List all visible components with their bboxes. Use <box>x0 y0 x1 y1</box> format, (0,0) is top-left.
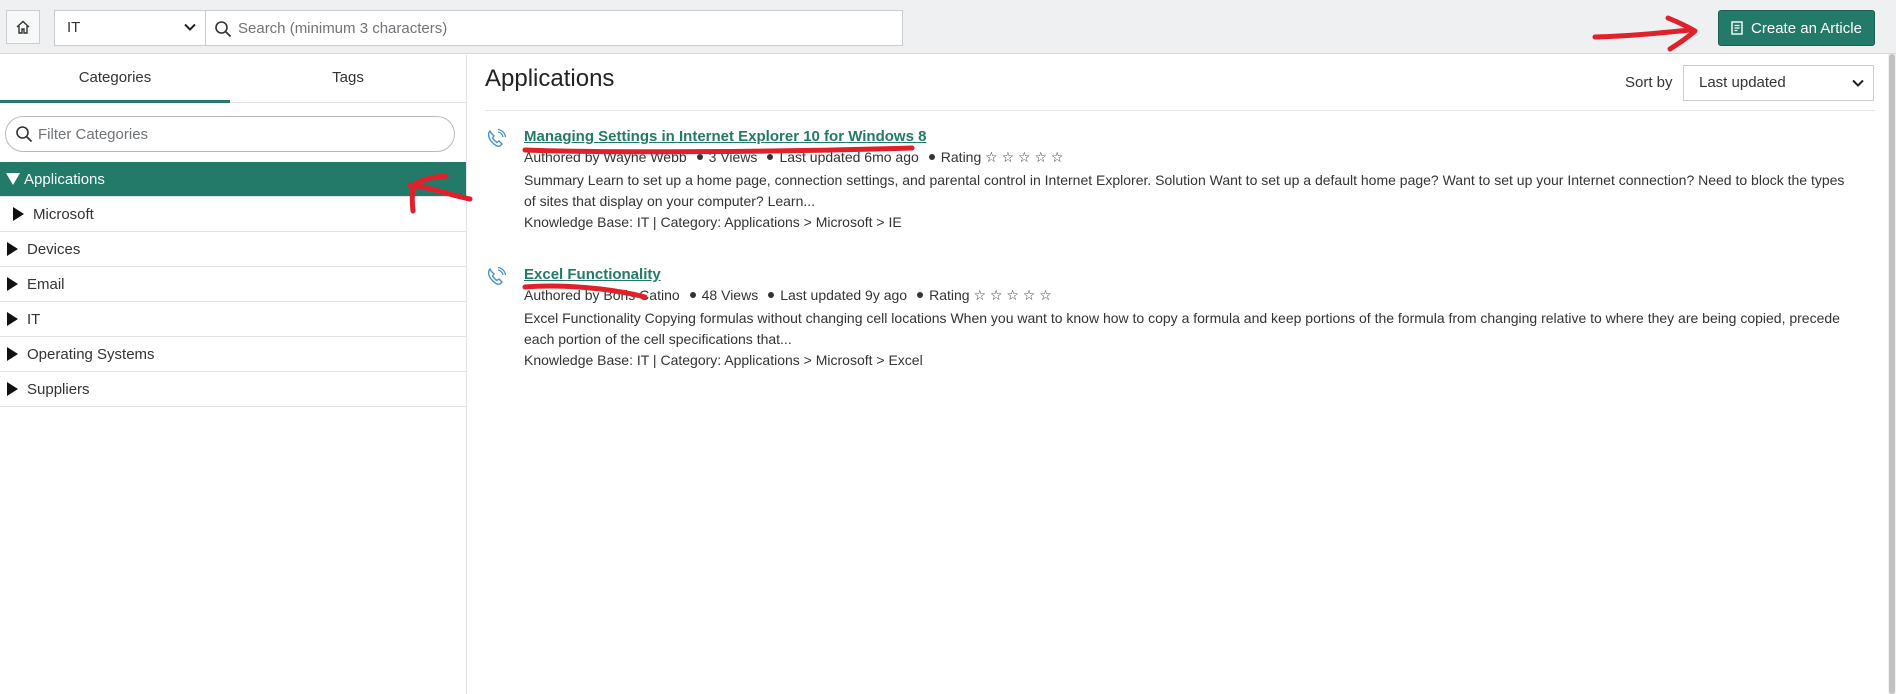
article-updated: Last updated 6mo ago <box>779 149 919 165</box>
filter-categories-box <box>5 116 455 152</box>
collapsed-triangle-icon[interactable] <box>7 242 18 256</box>
main-content: Applications Sort by Last updated Managi… <box>468 55 1888 694</box>
category-item-microsoft[interactable]: Microsoft <box>0 197 466 232</box>
category-label: Devices <box>27 240 81 258</box>
search-box <box>205 10 903 46</box>
article-updated: Last updated 9y ago <box>780 287 908 303</box>
create-article-label: Create an Article <box>1751 19 1862 37</box>
expanded-triangle-icon[interactable] <box>6 173 20 185</box>
sort-select[interactable]: Last updated <box>1683 65 1874 101</box>
category-label: Operating Systems <box>27 345 155 363</box>
category-list: Applications Microsoft Devices Email IT … <box>0 162 466 407</box>
category-item-it[interactable]: IT <box>0 302 466 337</box>
page-title: Applications <box>485 65 615 92</box>
search-icon <box>16 126 33 143</box>
article-summary: Excel Functionality Copying formulas wit… <box>524 310 1840 347</box>
sort-selected: Last updated <box>1699 74 1786 91</box>
article-rating: Rating ☆ ☆ ☆ ☆ ☆ <box>940 149 1064 165</box>
create-article-button[interactable]: Create an Article <box>1718 10 1875 46</box>
sort-label: Sort by <box>1625 74 1673 91</box>
article-title-link[interactable]: Managing Settings in Internet Explorer 1… <box>524 128 926 145</box>
collapsed-triangle-icon[interactable] <box>7 312 18 326</box>
article-kb-path: Knowledge Base: IT | Category: Applicati… <box>524 214 902 230</box>
article-meta: Authored by Wayne Webb 3 Views Last update… <box>524 149 1063 166</box>
document-icon <box>1731 21 1743 35</box>
search-icon <box>215 21 232 38</box>
category-item-devices[interactable]: Devices <box>0 232 466 267</box>
phone-icon <box>487 128 507 147</box>
home-icon <box>16 20 30 34</box>
sidebar: Categories Tags Applications Microsoft D… <box>0 55 467 694</box>
collapsed-triangle-icon[interactable] <box>7 277 18 291</box>
collapsed-triangle-icon[interactable] <box>7 347 18 361</box>
home-button[interactable] <box>6 10 40 44</box>
category-label: Email <box>27 275 65 293</box>
chevron-down-icon <box>1852 79 1864 87</box>
tab-tags[interactable]: Tags <box>230 55 466 103</box>
category-label: Microsoft <box>33 205 94 223</box>
phone-icon <box>487 266 507 285</box>
tab-categories[interactable]: Categories <box>0 55 230 103</box>
sidebar-tabs: Categories Tags <box>0 55 466 103</box>
article-rating: Rating ☆ ☆ ☆ ☆ ☆ <box>929 287 1052 303</box>
article-views: 3 Views <box>708 149 758 165</box>
collapsed-triangle-icon[interactable] <box>7 382 18 396</box>
divider <box>485 110 1875 111</box>
article-author: Authored by Wayne Webb <box>524 149 687 165</box>
category-item-applications[interactable]: Applications <box>0 162 466 197</box>
article-views: 48 Views <box>701 287 759 303</box>
collapsed-triangle-icon[interactable] <box>13 207 24 221</box>
page-scrollbar[interactable] <box>1888 54 1896 694</box>
category-label: Suppliers <box>27 380 90 398</box>
article-author: Authored by Boris Catino <box>524 287 680 303</box>
scrollbar-thumb[interactable] <box>1889 54 1895 694</box>
category-item-suppliers[interactable]: Suppliers <box>0 372 466 407</box>
article-meta: Authored by Boris Catino 48 Views Last upd… <box>524 287 1052 304</box>
chevron-down-icon <box>184 23 196 31</box>
top-bar: IT Create an Article <box>0 0 1896 54</box>
article-kb-path: Knowledge Base: IT | Category: Applicati… <box>524 352 923 368</box>
app-window: IT Create an Article Categories Tags <box>0 0 1896 694</box>
search-input[interactable] <box>238 11 888 45</box>
category-item-email[interactable]: Email <box>0 267 466 302</box>
knowledge-base-select[interactable]: IT <box>54 10 206 46</box>
filter-categories-input[interactable] <box>38 117 438 151</box>
category-item-operating-systems[interactable]: Operating Systems <box>0 337 466 372</box>
article-title-link[interactable]: Excel Functionality <box>524 266 661 283</box>
article-summary: Summary Learn to set up a home page, con… <box>524 172 1845 209</box>
category-label: Applications <box>24 170 105 188</box>
knowledge-base-selected: IT <box>67 19 81 36</box>
category-label: IT <box>27 310 41 328</box>
